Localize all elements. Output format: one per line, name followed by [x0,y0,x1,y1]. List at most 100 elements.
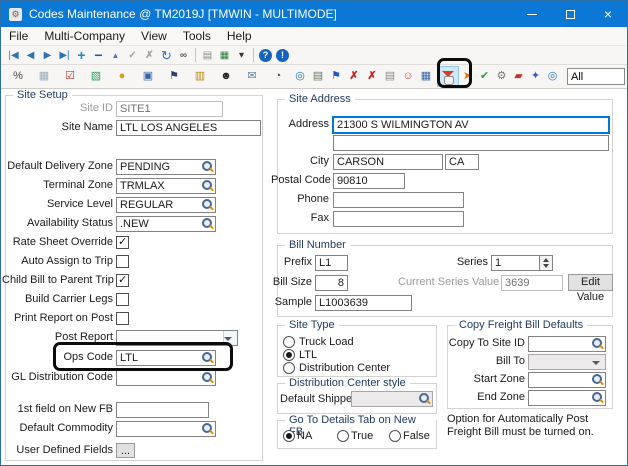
truck-rates-icon[interactable]: ▥ [187,68,213,85]
chart-icon[interactable]: ▧ [83,68,109,85]
truck-load-radio[interactable] [283,336,295,348]
default-commodity-field[interactable] [116,421,216,437]
gears-icon[interactable]: ⚙ [493,68,510,85]
checklist-icon[interactable]: ☑ [57,68,83,85]
arrow-right-icon[interactable]: ➤ [459,68,476,85]
cancel-icon[interactable]: ✗ [141,47,158,64]
first-field-on-new-fb-field[interactable] [116,402,209,418]
fax-field[interactable] [333,211,464,227]
true-radio[interactable] [337,430,349,442]
globe-icon[interactable]: ◎ [544,68,561,85]
lookup-icon[interactable] [201,352,214,365]
previous-record-icon[interactable]: ◀ [22,47,39,64]
dropdown-chevron-icon[interactable] [223,331,237,345]
prefix-field[interactable]: L1 [315,255,348,271]
ops-code-field[interactable]: LTL [116,350,216,366]
city-field[interactable]: CARSON [333,154,443,170]
refresh-icon[interactable]: ↻ [158,47,175,64]
schedule-icon[interactable]: ▦ [31,68,57,85]
build-carrier-legs-checkbox[interactable] [116,293,129,306]
child-bill-to-parent-trip-checkbox[interactable] [116,274,129,287]
state-field[interactable]: CA [445,154,479,170]
user-defined-fields-button[interactable]: ... [116,443,135,458]
start-zone-field[interactable] [528,372,606,388]
postal-code-field[interactable]: 90810 [333,173,405,189]
screen-dropdown-icon[interactable]: ▾ [233,47,250,64]
print-report-on-post-checkbox[interactable] [116,312,129,325]
binoculars-icon[interactable]: ∞ [175,47,192,64]
about-icon[interactable]: ! [274,47,291,64]
car-icon[interactable]: ▰ [510,68,527,85]
globe-package-icon[interactable]: ◎ [291,68,309,85]
mail-icon[interactable]: ✉ [239,68,265,85]
phone-field[interactable] [333,192,464,208]
na-radio[interactable] [283,430,295,442]
false-radio[interactable] [389,430,401,442]
network-x-icon[interactable]: ✗ [345,68,363,85]
gl-distribution-code-field[interactable] [116,370,216,386]
copy-icon[interactable]: ▣ [135,68,161,85]
menu-multi-company[interactable]: Multi-Company [36,27,133,45]
check-green-icon[interactable]: ✔ [476,68,493,85]
site-name-field[interactable]: LTL LOS ANGELES [116,120,261,136]
propeller-icon[interactable]: ✦ [527,68,544,85]
menu-file[interactable]: File [1,27,36,45]
network-x2-icon[interactable]: ✗ [363,68,381,85]
driver-icon[interactable]: ☻ [213,68,239,85]
people-icon[interactable]: ☺ [399,68,417,85]
default-delivery-zone-field[interactable]: PENDING [116,159,216,175]
bill-size-field[interactable]: 8 [315,275,348,291]
percent-icon[interactable]: % [5,68,31,85]
maximize-button[interactable] [551,1,589,27]
lookup-icon[interactable] [201,199,214,212]
spinner-arrows-icon[interactable] [539,256,552,270]
lookup-icon[interactable] [201,161,214,174]
lookup-icon[interactable] [591,374,604,387]
lookup-icon[interactable] [201,218,214,231]
add-record-icon[interactable]: + [73,47,90,64]
last-record-icon[interactable]: ▶| [56,47,73,64]
flag-blue-icon[interactable]: ⚑ [327,68,345,85]
menu-tools[interactable]: Tools [175,27,219,45]
lookup-icon[interactable] [201,372,214,385]
document-a-icon[interactable]: ▤ [381,68,399,85]
distribution-center-radio[interactable] [283,362,295,374]
next-record-icon[interactable]: ▶ [39,47,56,64]
copy-to-site-id-field[interactable] [528,336,606,352]
end-zone-field[interactable] [528,390,606,406]
close-button[interactable]: × [589,1,627,27]
menu-view[interactable]: View [133,27,175,45]
calendar-icon[interactable]: ▦ [417,68,435,85]
filter-input[interactable] [567,68,625,85]
ltl-radio[interactable] [283,349,295,361]
lookup-icon[interactable] [201,180,214,193]
series-spinner[interactable]: 1 [491,255,553,271]
address-line1-field[interactable]: 21300 S WILMINGTON AV [333,117,609,133]
lookup-icon[interactable] [201,423,214,436]
print-icon[interactable]: ▤ [199,47,216,64]
invoice-icon[interactable]: ▤ [309,68,327,85]
address-line2-field[interactable] [333,135,609,151]
first-record-icon[interactable]: |◀ [5,47,22,64]
flag-navy-icon[interactable]: ⚑ [161,68,187,85]
screen-icon[interactable]: ▦ [216,47,233,64]
sort-icon[interactable]: ▲ [107,47,124,64]
post-report-dropdown[interactable] [116,330,238,346]
gauge-icon[interactable]: ◔ [265,68,291,85]
terminal-zone-field[interactable]: TRMLAX [116,178,216,194]
sample-field[interactable]: L1003639 [315,295,412,311]
menu-help[interactable]: Help [219,27,260,45]
help-icon[interactable]: ? [257,47,274,64]
coins-icon[interactable]: ● [109,68,135,85]
lookup-icon[interactable] [591,338,604,351]
service-level-field[interactable]: REGULAR [116,197,216,213]
edit-value-button[interactable]: Edit Value [568,274,613,291]
delete-record-icon[interactable]: − [90,47,107,64]
funnel-tool-button[interactable] [437,66,459,87]
auto-assign-to-trip-checkbox[interactable] [116,255,129,268]
availability-status-field[interactable]: .NEW [116,216,216,232]
rate-sheet-override-checkbox[interactable] [116,236,129,249]
minimize-button[interactable] [513,1,551,27]
save-icon[interactable]: ✓ [124,47,141,64]
lookup-icon[interactable] [591,392,604,405]
